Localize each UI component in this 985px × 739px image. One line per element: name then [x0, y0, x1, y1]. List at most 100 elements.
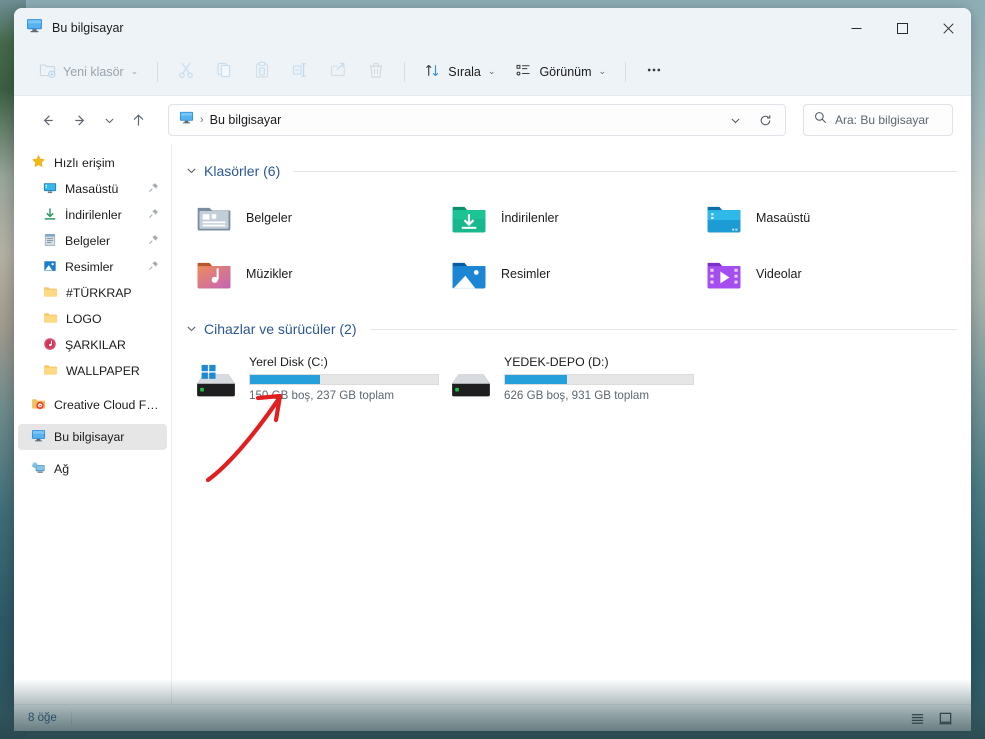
search-box[interactable]: Ara: Bu bilgisayar	[803, 104, 953, 136]
sidebar-item-logo[interactable]: LOGO	[18, 306, 167, 332]
sidebar-item-documents[interactable]: Belgeler	[18, 228, 167, 254]
folder-label: Videolar	[756, 267, 802, 281]
breadcrumb[interactable]: Bu bilgisayar	[210, 113, 282, 127]
close-button[interactable]	[925, 8, 971, 48]
content-pane: Klasörler (6) Belgeler İndirilenler Masa…	[172, 144, 971, 704]
copy-icon	[215, 61, 233, 82]
folder-label: Müzikler	[246, 267, 293, 281]
recent-locations-button[interactable]	[98, 105, 120, 135]
drive-tile-c[interactable]: Yerel Disk (C:) 150 GB boş, 237 GB topla…	[186, 350, 441, 406]
sidebar-item-label: #TÜRKRAP	[66, 286, 132, 300]
view-button[interactable]: Görünüm ⌄	[506, 56, 615, 88]
new-folder-button[interactable]: Yeni klasör ⌄	[30, 56, 147, 88]
forward-button[interactable]	[65, 105, 95, 135]
paste-icon	[253, 61, 271, 82]
hdd-drive-icon	[449, 364, 493, 405]
desktop-wallpaper: Bu bilgisayar Yeni klasör ⌄ Sırala ⌄ Gör…	[0, 0, 985, 739]
share-button[interactable]	[320, 56, 356, 88]
new-folder-icon	[39, 62, 56, 82]
star-icon	[31, 154, 46, 172]
this-pc-icon	[26, 17, 43, 39]
search-input[interactable]: Ara: Bu bilgisayar	[835, 113, 929, 127]
address-dropdown-button[interactable]	[723, 108, 747, 132]
paste-button[interactable]	[244, 56, 280, 88]
new-folder-label: Yeni klasör	[63, 64, 124, 79]
drive-tile-d[interactable]: YEDEK-DEPO (D:) 626 GB boş, 931 GB topla…	[441, 350, 696, 406]
details-view-icon[interactable]	[905, 707, 929, 729]
breadcrumb-separator: ›	[200, 114, 204, 126]
chevron-down-icon[interactable]	[186, 323, 197, 336]
folders-group-header[interactable]: Klasörler (6)	[186, 158, 957, 184]
maximize-button[interactable]	[879, 8, 925, 48]
sidebar-item-creative-cloud-files[interactable]: Creative Cloud Files	[18, 392, 167, 418]
folder-label: İndirilenler	[501, 211, 559, 225]
folder-tile-pictures[interactable]: Resimler	[441, 246, 696, 302]
window-body: Hızlı erişim Masaüstü İndirilenler Belge…	[14, 144, 971, 704]
window-title-area: Bu bilgisayar	[14, 8, 833, 48]
pin-icon[interactable]	[148, 208, 159, 222]
up-button[interactable]	[123, 105, 153, 135]
minimize-button[interactable]	[833, 8, 879, 48]
sidebar-item-label: Belgeler	[65, 234, 111, 248]
refresh-button[interactable]	[753, 108, 777, 132]
drive-usage-fill	[250, 375, 320, 384]
address-bar[interactable]: › Bu bilgisayar	[168, 104, 786, 136]
sidebar-item-network[interactable]: Ağ	[18, 456, 167, 482]
sidebar-item-label: Bu bilgisayar	[54, 430, 125, 444]
title-bar: Bu bilgisayar	[14, 8, 971, 48]
sidebar-item-sarkilar[interactable]: ŞARKILAR	[18, 332, 167, 358]
folder-tile-downloads[interactable]: İndirilenler	[441, 190, 696, 246]
chevron-down-icon[interactable]	[186, 165, 197, 178]
drive-usage-fill	[505, 375, 568, 384]
downloads-folder-icon	[449, 196, 489, 241]
navigation-pane: Hızlı erişim Masaüstü İndirilenler Belge…	[14, 144, 172, 704]
pin-icon[interactable]	[148, 182, 159, 196]
sidebar-item-pictures[interactable]: Resimler	[18, 254, 167, 280]
folder-label: Masaüstü	[756, 211, 811, 225]
sort-button[interactable]: Sırala ⌄	[415, 56, 504, 88]
desktop-icon	[43, 181, 57, 198]
large-icons-view-icon[interactable]	[933, 707, 957, 729]
sidebar-item-wallpaper[interactable]: WALLPAPER	[18, 358, 167, 384]
music-folder-icon	[194, 252, 234, 297]
pin-icon[interactable]	[148, 260, 159, 274]
chevron-down-icon: ⌄	[130, 66, 139, 76]
delete-button[interactable]	[358, 56, 394, 88]
sidebar-item-desktop[interactable]: Masaüstü	[18, 176, 167, 202]
cut-button[interactable]	[168, 56, 204, 88]
drive-name: Yerel Disk (C:)	[249, 355, 328, 369]
desktop-folder-icon	[704, 196, 744, 241]
cut-icon	[177, 61, 195, 82]
folder-tile-desktop[interactable]: Masaüstü	[696, 190, 951, 246]
pin-icon[interactable]	[148, 234, 159, 248]
folder-icon	[43, 362, 58, 380]
folder-tile-music[interactable]: Müzikler	[186, 246, 441, 302]
drive-info-c: Yerel Disk (C:) 150 GB boş, 237 GB topla…	[249, 354, 439, 402]
sidebar-item-this-pc[interactable]: Bu bilgisayar	[18, 424, 167, 450]
folder-tile-documents[interactable]: Belgeler	[186, 190, 441, 246]
folder-tile-videos[interactable]: Videolar	[696, 246, 951, 302]
group-divider	[293, 170, 957, 172]
toolbar-divider-2	[404, 61, 406, 82]
drives-group-header[interactable]: Cihazlar ve sürücüler (2)	[186, 316, 957, 342]
sidebar-item-label: Masaüstü	[65, 182, 119, 196]
copy-button[interactable]	[206, 56, 242, 88]
window-controls	[833, 8, 971, 48]
creative-cloud-icon	[31, 396, 46, 414]
more-options-button[interactable]	[636, 56, 672, 88]
sidebar-item-downloads[interactable]: İndirilenler	[18, 202, 167, 228]
sidebar-item-label: Ağ	[54, 462, 70, 476]
rename-icon	[291, 61, 309, 82]
item-count-label: 8 öğe	[28, 712, 57, 724]
sidebar-item-quick-access[interactable]: Hızlı erişim	[18, 150, 167, 176]
sidebar-gap-1	[14, 384, 171, 392]
back-button[interactable]	[32, 105, 62, 135]
status-divider	[70, 711, 72, 725]
trash-icon	[367, 61, 385, 82]
windows-drive-icon	[194, 364, 238, 405]
status-bar: 8 öğe	[14, 704, 971, 731]
sidebar-item-turkrap[interactable]: #TÜRKRAP	[18, 280, 167, 306]
chevron-down-icon: ⌄	[598, 66, 607, 76]
rename-button[interactable]	[282, 56, 318, 88]
window-title: Bu bilgisayar	[52, 21, 124, 35]
